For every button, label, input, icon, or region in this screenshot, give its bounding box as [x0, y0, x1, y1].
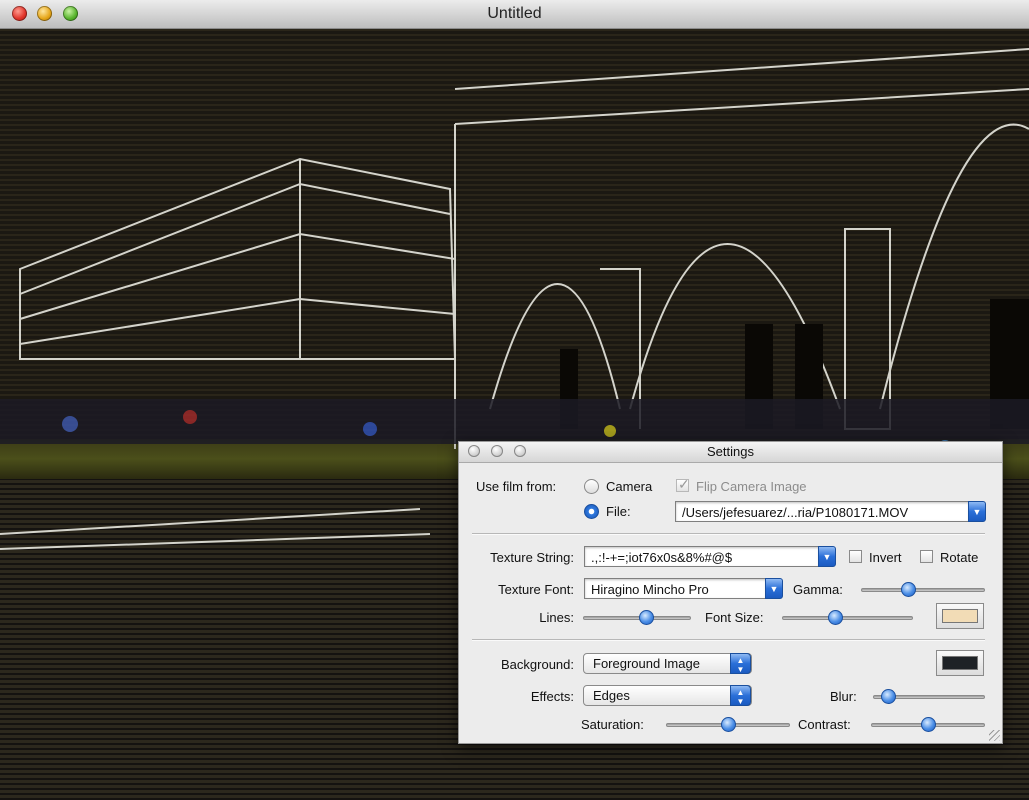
invert-label[interactable]: Invert [869, 550, 902, 565]
flip-camera-label: Flip Camera Image [696, 479, 807, 494]
chevron-down-icon: ▼ [769, 584, 779, 594]
checkmark-icon: ✓ [678, 476, 690, 492]
separator [472, 639, 985, 641]
saturation-slider[interactable] [666, 717, 790, 733]
resize-grip-icon[interactable] [989, 730, 1000, 741]
effects-label: Effects: [530, 689, 574, 704]
chevron-down-icon: ▼ [822, 552, 832, 562]
slider-knob[interactable] [881, 689, 896, 704]
slider-knob[interactable] [828, 610, 843, 625]
background-color-well[interactable] [936, 650, 984, 676]
saturation-label: Saturation: [581, 717, 644, 732]
texture-string-field[interactable]: .,:!-+=;iot76x0s&8%#@$ [584, 546, 820, 567]
texture-font-dropdown-button[interactable]: ▼ [765, 578, 783, 599]
contrast-slider[interactable] [871, 717, 985, 733]
blur-slider[interactable] [873, 689, 985, 705]
settings-title: Settings [707, 444, 754, 459]
texture-string-dropdown-button[interactable]: ▼ [818, 546, 836, 567]
updown-arrows-icon: ▲ ▼ [730, 685, 751, 706]
settings-panel: Settings Use film from: Camera ✓ Flip Ca… [458, 441, 1003, 744]
background-popup-value: Foreground Image [593, 656, 700, 671]
use-film-from-label: Use film from: [476, 479, 557, 494]
file-path-dropdown-button[interactable]: ▼ [968, 501, 986, 522]
file-path-field[interactable]: /Users/jefesuarez/...ria/P1080171.MOV [675, 501, 970, 522]
lines-label: Lines: [539, 610, 574, 625]
settings-close-icon[interactable] [468, 445, 480, 457]
gamma-label: Gamma: [793, 582, 843, 597]
settings-zoom-icon[interactable] [514, 445, 526, 457]
blur-label: Blur: [830, 689, 857, 704]
main-window: Untitled Settings Use film from: Camera … [0, 0, 1029, 800]
background-popup[interactable]: Foreground Image ▲ ▼ [583, 653, 752, 674]
file-radio-label[interactable]: File: [606, 504, 631, 519]
zoom-window-icon[interactable] [63, 6, 78, 21]
chevron-down-icon: ▼ [972, 507, 982, 517]
slider-track [861, 588, 985, 592]
font-size-label: Font Size: [705, 610, 764, 625]
texture-string-label: Texture String: [490, 550, 574, 565]
invert-checkbox[interactable] [849, 550, 862, 563]
slider-knob[interactable] [639, 610, 654, 625]
effects-popup-value: Edges [593, 688, 630, 703]
separator [472, 533, 985, 535]
rotate-checkbox[interactable] [920, 550, 933, 563]
contrast-label: Contrast: [798, 717, 851, 732]
effects-popup[interactable]: Edges ▲ ▼ [583, 685, 752, 706]
texture-font-field[interactable]: Hiragino Mincho Pro [584, 578, 767, 599]
minimize-window-icon[interactable] [37, 6, 52, 21]
file-radio[interactable] [584, 504, 599, 519]
slider-track [583, 616, 691, 620]
slider-track [782, 616, 913, 620]
text-color-swatch [942, 609, 978, 623]
slider-knob[interactable] [901, 582, 916, 597]
lines-slider[interactable] [583, 610, 691, 626]
font-size-slider[interactable] [782, 610, 913, 626]
settings-titlebar[interactable]: Settings [459, 442, 1002, 463]
window-title: Untitled [487, 5, 542, 22]
texture-font-label: Texture Font: [498, 582, 574, 597]
rotate-label[interactable]: Rotate [940, 550, 978, 565]
flip-camera-checkbox[interactable]: ✓ [676, 476, 690, 492]
settings-minimize-icon[interactable] [491, 445, 503, 457]
background-color-swatch [942, 656, 978, 670]
background-label: Background: [501, 657, 574, 672]
gamma-slider[interactable] [861, 582, 985, 598]
window-titlebar[interactable]: Untitled [0, 0, 1029, 29]
camera-radio[interactable] [584, 479, 599, 494]
close-window-icon[interactable] [12, 6, 27, 21]
updown-arrows-icon: ▲ ▼ [730, 653, 751, 674]
camera-radio-label[interactable]: Camera [606, 479, 652, 494]
text-color-well[interactable] [936, 603, 984, 629]
slider-knob[interactable] [721, 717, 736, 732]
slider-knob[interactable] [921, 717, 936, 732]
